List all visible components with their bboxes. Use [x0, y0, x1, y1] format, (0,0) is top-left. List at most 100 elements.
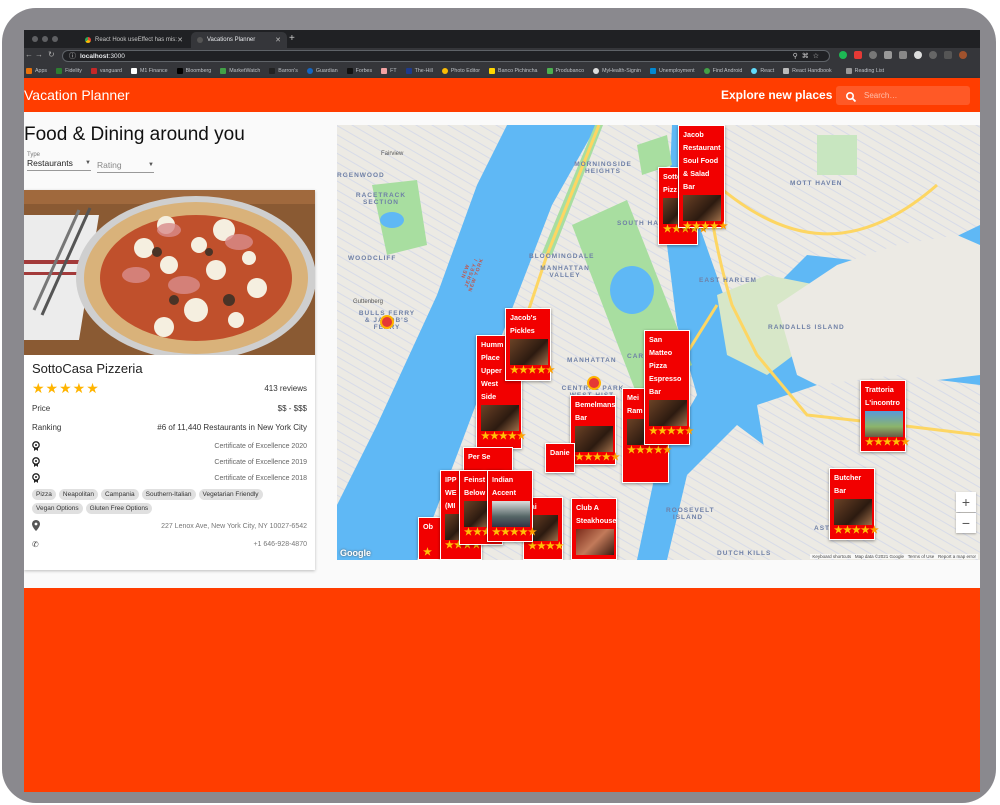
app-title: Vacation Planner: [24, 87, 130, 103]
extension-icon[interactable]: [884, 51, 892, 59]
bookmark-vanguard[interactable]: vanguard: [90, 68, 122, 74]
tab-react-hook[interactable]: React Hook useEffect has mis: ✕: [79, 32, 189, 48]
marker-rating: ★★★★: [528, 541, 564, 552]
forward-button[interactable]: →: [35, 50, 43, 59]
ranking-value: #6 of 11,440 Restaurants in New York Cit…: [157, 423, 307, 432]
grammarly-extension-icon[interactable]: [839, 51, 847, 59]
bookmark-reading-list[interactable]: Reading List: [845, 68, 884, 74]
map-marker-bemelmans-bar[interactable]: Bemelmans Bar ★★★★★: [570, 395, 620, 465]
map-marker-jacob-restaurant[interactable]: Jacob Restaurant Soul Food & Salad Bar ★…: [678, 125, 728, 232]
back-button[interactable]: ←: [25, 50, 33, 59]
cuisine-chip[interactable]: Vegan Options: [32, 503, 83, 514]
puzzle-extensions-icon[interactable]: [929, 51, 937, 59]
extension-icon[interactable]: [869, 51, 877, 59]
window-close-button[interactable]: [32, 36, 38, 42]
marker-name: Jacob Restaurant Soul Food & Salad Bar: [683, 130, 721, 191]
media-icon[interactable]: [944, 51, 952, 59]
bookmark-produbanco[interactable]: Produbanco: [546, 68, 585, 74]
profile-avatar[interactable]: [959, 51, 967, 59]
bookmark-marketwatch[interactable]: MarketWatch: [220, 68, 260, 74]
map-marker-trattoria-lincontro[interactable]: Trattoria L'incontro ★★★★★: [860, 380, 910, 452]
map-label-racetrack: RACETRACK SECTION: [355, 192, 407, 207]
location-icon[interactable]: ⚲: [793, 53, 802, 60]
bookmark-barrons[interactable]: Barron's: [269, 68, 298, 74]
map-marker-san-matteo[interactable]: San Matteo Pizza Espresso Bar ★★★★★: [644, 330, 694, 445]
map-marker-butcher-bar[interactable]: Butcher Bar ★★★★★: [829, 468, 879, 540]
map-marker-daniel[interactable]: Danie: [545, 443, 575, 473]
bookmark-react[interactable]: React: [751, 68, 774, 74]
cuisine-chip[interactable]: Pizza: [32, 489, 56, 500]
bookmark-banco-pichincha[interactable]: Banco Pichincha: [489, 68, 538, 74]
type-select[interactable]: Type Restaurants ▼: [27, 152, 91, 171]
ranking-label: Ranking: [32, 423, 62, 432]
zoom-in-button[interactable]: +: [956, 492, 976, 512]
bookmark-myhealth[interactable]: MyHealth-Signin: [593, 68, 641, 74]
extension-icon[interactable]: [899, 51, 907, 59]
google-logo: Google: [340, 548, 371, 558]
place-card[interactable]: SottoCasa Pizzeria ★★★★★ 413 reviews Pri…: [24, 190, 315, 570]
bookmark-bloomberg[interactable]: Bloomberg: [176, 68, 211, 74]
search-input[interactable]: [862, 90, 966, 101]
rating-select[interactable]: Rating ▼: [97, 160, 154, 173]
marker-name: San Matteo Pizza Espresso Bar: [649, 335, 682, 396]
marker-name: Humm Place Upper West Side: [481, 340, 504, 401]
extension-icon[interactable]: [914, 51, 922, 59]
bookmark-label: Unemployment: [658, 68, 695, 74]
bookmark-ft[interactable]: FT: [381, 68, 397, 74]
phone-row: ✆ +1 646-928-4870: [32, 535, 307, 553]
command-icon[interactable]: ⌘: [802, 53, 813, 60]
marker-name: Bemelmans Bar: [575, 400, 616, 422]
zoom-out-button[interactable]: −: [956, 513, 976, 533]
bookmark-m1-finance[interactable]: M1 Finance: [130, 68, 168, 74]
extension-icon[interactable]: [854, 51, 862, 59]
cuisine-chip[interactable]: Gluten Free Options: [85, 503, 153, 514]
map-label-bloomingdale: BLOOMINGDALE: [529, 253, 595, 260]
map-marker-jacobs-pickles[interactable]: Jacob's Pickles ★★★★★: [505, 308, 555, 381]
map-marker-indian-accent[interactable]: Indian Accent ★★★★★: [487, 470, 537, 542]
marker-rating: ★★★★★: [649, 426, 694, 437]
bookmark-the-hill[interactable]: The-Hill: [405, 68, 433, 74]
bookmarks-bar: Apps Fidelity vanguard M1 Finance Bloomb…: [24, 64, 980, 78]
bookmark-star-icon[interactable]: ☆: [813, 53, 823, 60]
marker-thumbnail: [649, 400, 687, 426]
cuisine-chip[interactable]: Southern-Italian: [141, 489, 196, 500]
map[interactable]: Fairview RGENWOOD RACETRACK SECTION WOOD…: [337, 125, 980, 560]
bookmark-label: The-Hill: [414, 68, 433, 74]
bookmark-fidelity[interactable]: Fidelity: [56, 68, 82, 74]
marker-name: Trattoria L'incontro: [865, 385, 900, 407]
reload-button[interactable]: ↻: [48, 50, 55, 59]
marker-thumbnail: [492, 501, 530, 527]
window-minimize-button[interactable]: [42, 36, 48, 42]
bookmark-unemployment[interactable]: Unemployment: [649, 68, 695, 74]
cuisine-chip[interactable]: Neapolitan: [58, 489, 98, 500]
terms-link[interactable]: Terms of Use: [908, 554, 935, 559]
award-row: Certificate of Excellence 2019: [32, 454, 307, 470]
report-error-link[interactable]: Report a map error: [938, 554, 976, 559]
award-ribbon-icon: [32, 441, 40, 451]
bookmark-find-android[interactable]: Find Android: [703, 68, 742, 74]
keyboard-shortcuts-link[interactable]: Keyboard shortcuts: [812, 554, 851, 559]
url-host: localhost: [80, 52, 109, 60]
address-bar[interactable]: ⓘ localhost:3000 ⚲⌘☆: [62, 50, 830, 62]
bookmark-react-handbook[interactable]: React Handbook: [783, 68, 832, 74]
map-label-roosevelt-island: ROOSEVELT ISLAND: [666, 507, 715, 522]
phone-text[interactable]: +1 646-928-4870: [253, 541, 307, 548]
cuisine-chip[interactable]: Vegetarian Friendly: [198, 489, 263, 500]
marker-rating: ★★★★★: [865, 437, 910, 448]
tab-close-icon[interactable]: ✕: [275, 36, 281, 44]
marker-thumbnail: [834, 499, 872, 525]
map-marker-club-a-steakhouse[interactable]: Club A Steakhouse: [571, 498, 617, 560]
map-data-text: Map data ©2021 Google: [854, 554, 905, 559]
cuisine-chip[interactable]: Campania: [100, 489, 139, 500]
tab-vacations-planner[interactable]: Vacations Planner ✕: [191, 32, 287, 48]
page-heading: Food & Dining around you: [24, 124, 245, 145]
search-box[interactable]: [836, 86, 970, 105]
tab-close-icon[interactable]: ✕: [177, 36, 183, 44]
bookmark-forbes[interactable]: Forbes: [346, 68, 372, 74]
bookmark-label: Produbanco: [555, 68, 585, 74]
bookmark-photo-editor[interactable]: Photo Editor: [441, 68, 480, 74]
window-maximize-button[interactable]: [52, 36, 58, 42]
bookmark-guardian[interactable]: Guardian: [306, 68, 338, 74]
new-tab-button[interactable]: +: [289, 33, 295, 44]
bookmark-apps[interactable]: Apps: [26, 68, 47, 74]
